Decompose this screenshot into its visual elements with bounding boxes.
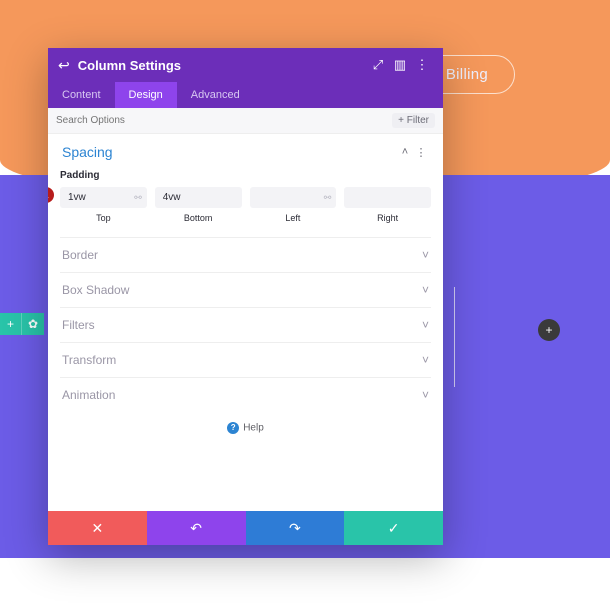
- padding-bottom-input[interactable]: [155, 187, 242, 208]
- tab-advanced[interactable]: Advanced: [177, 82, 254, 108]
- padding-top-field: ⚯ Top: [60, 187, 147, 223]
- padding-row: 1 ⚯ Top Bottom ⚯ Left: [60, 187, 431, 223]
- chevron-down-icon: ˅: [422, 283, 429, 297]
- section-border[interactable]: Border ˅: [60, 237, 431, 272]
- chevron-down-icon: ˅: [422, 318, 429, 332]
- back-icon[interactable]: ↩: [58, 57, 70, 74]
- column-divider: [454, 287, 455, 387]
- page-scrollbar[interactable]: [602, 0, 610, 613]
- snap-icon[interactable]: ▥: [389, 57, 411, 73]
- filter-button[interactable]: + Filter: [392, 113, 435, 128]
- filter-bar: + Filter: [48, 108, 443, 134]
- panel-body: Spacing ˄ ⋮ Padding 1 ⚯ Top Bottom: [48, 134, 443, 511]
- section-spacing-header[interactable]: Spacing ˄ ⋮: [60, 134, 431, 166]
- link-icon[interactable]: ⚯: [134, 192, 142, 203]
- padding-right-label: Right: [344, 213, 431, 223]
- padding-left-label: Left: [250, 213, 337, 223]
- section-filters-label: Filters: [62, 318, 95, 332]
- tab-design[interactable]: Design: [115, 82, 177, 108]
- module-add-button[interactable]: +: [0, 313, 22, 335]
- panel-footer: ✕ ↶ ↷ ✓: [48, 511, 443, 545]
- section-transform-label: Transform: [62, 353, 116, 367]
- chevron-down-icon: ˅: [422, 353, 429, 367]
- chevron-down-icon: ˅: [422, 388, 429, 402]
- panel-tabs: Content Design Advanced: [48, 82, 443, 108]
- module-side-controls: + ✿: [0, 313, 44, 335]
- padding-group-label: Padding: [60, 166, 431, 187]
- cancel-button[interactable]: ✕: [48, 511, 147, 545]
- help-row[interactable]: ? Help: [60, 412, 431, 438]
- filter-label: Filter: [407, 115, 429, 126]
- section-spacing-title: Spacing: [62, 144, 113, 160]
- padding-bottom-field: Bottom: [155, 187, 242, 223]
- tab-content[interactable]: Content: [48, 82, 115, 108]
- panel-header: ↩ Column Settings ⤢ ▥ ⋮: [48, 48, 443, 82]
- section-box-shadow[interactable]: Box Shadow ˅: [60, 272, 431, 307]
- section-filters[interactable]: Filters ˅: [60, 307, 431, 342]
- section-animation-label: Animation: [62, 388, 115, 402]
- section-animation[interactable]: Animation ˅: [60, 377, 431, 412]
- padding-right-input[interactable]: [344, 187, 431, 208]
- redo-button[interactable]: ↷: [246, 511, 345, 545]
- undo-button[interactable]: ↶: [147, 511, 246, 545]
- padding-bottom-label: Bottom: [155, 213, 242, 223]
- expand-icon[interactable]: ⤢: [367, 57, 389, 73]
- help-icon: ?: [227, 422, 239, 434]
- section-box-shadow-label: Box Shadow: [62, 283, 129, 297]
- link-icon[interactable]: ⚯: [324, 192, 332, 203]
- padding-top-label: Top: [60, 213, 147, 223]
- chevron-up-icon: ˄: [397, 146, 413, 158]
- padding-left-field: ⚯ Left: [250, 187, 337, 223]
- panel-title: Column Settings: [78, 58, 367, 73]
- help-label: Help: [243, 423, 264, 434]
- search-input[interactable]: [56, 115, 392, 126]
- section-transform[interactable]: Transform ˅: [60, 342, 431, 377]
- annotation-1: 1: [48, 187, 54, 203]
- save-button[interactable]: ✓: [344, 511, 443, 545]
- section-add-button[interactable]: +: [538, 319, 560, 341]
- module-settings-button[interactable]: ✿: [22, 313, 44, 335]
- more-icon[interactable]: ⋮: [411, 57, 433, 73]
- settings-panel: ↩ Column Settings ⤢ ▥ ⋮ Content Design A…: [48, 48, 443, 545]
- background-white-bottom: [0, 558, 610, 613]
- padding-right-field: Right: [344, 187, 431, 223]
- section-more-icon[interactable]: ⋮: [413, 146, 429, 159]
- chevron-down-icon: ˅: [422, 248, 429, 262]
- section-border-label: Border: [62, 248, 98, 262]
